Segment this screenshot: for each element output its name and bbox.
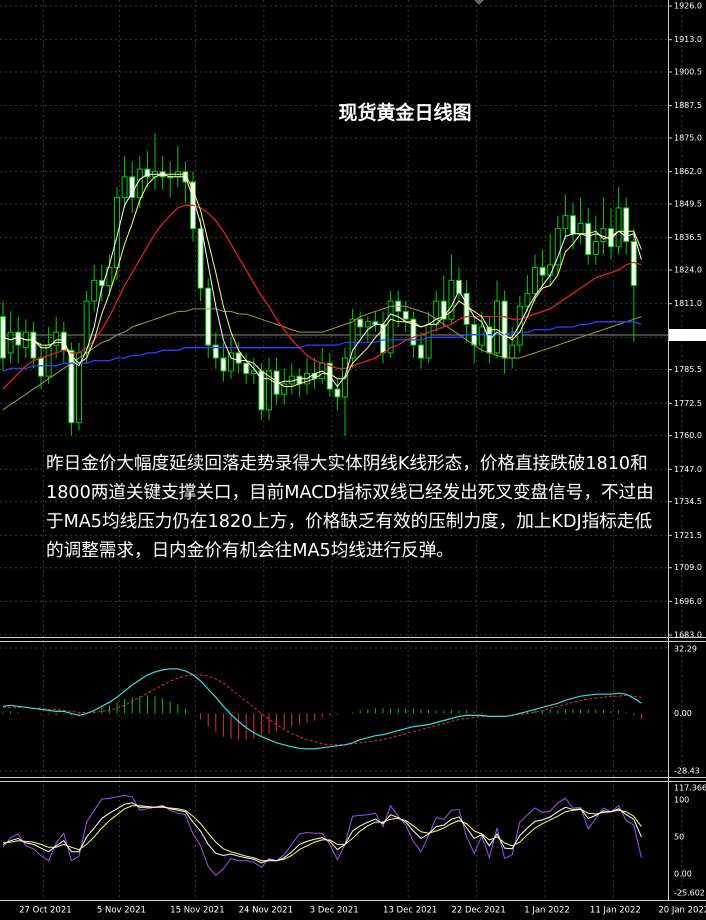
price-tick-label: 1709.0	[674, 563, 702, 572]
candle-bull	[387, 300, 394, 354]
candle-bear	[197, 228, 204, 289]
candle-bear	[334, 388, 341, 398]
candle-bear	[15, 331, 22, 346]
candle-bull	[524, 292, 531, 307]
candle-bull	[478, 326, 485, 346]
kdj-tick-label: 100	[674, 795, 689, 804]
macd-tick-label: -28.43	[674, 767, 700, 776]
candle-bull	[349, 318, 356, 359]
candle-bull	[554, 228, 561, 266]
price-tick-label: 1785.5	[674, 365, 702, 374]
candle-bear	[296, 375, 303, 385]
time-tick-label: 15 Nov 2021	[170, 906, 224, 916]
time-tick-label: 1 Jan 2022	[524, 906, 570, 916]
candle-bear	[539, 266, 546, 276]
candle-bull	[509, 344, 516, 359]
candle-bear	[418, 344, 424, 359]
candle-bear	[38, 357, 44, 377]
candle-bull	[121, 176, 128, 199]
candle-bull	[600, 228, 607, 243]
shift-marker-icon	[474, 0, 484, 5]
time-tick-label: 20 Jan 2022	[658, 906, 706, 916]
time-tick-label: 13 Dec 2021	[383, 906, 437, 916]
candle-bear	[463, 292, 470, 325]
time-tick-label: 22 Dec 2021	[451, 906, 505, 916]
candle-bull	[364, 321, 371, 328]
candle-bull	[592, 241, 599, 255]
price-tick-label: 1875.0	[674, 134, 702, 143]
candle-bear	[243, 362, 250, 375]
kdj-tick-label: -25.602	[674, 889, 705, 898]
price-tick-label: 1836.5	[674, 233, 702, 242]
macd-tick-label: 0.00	[674, 709, 692, 718]
price-tick-label: 1926.0	[674, 2, 702, 11]
kdj-tick-label: 50	[674, 832, 684, 841]
candle-bear	[585, 222, 592, 255]
candle-bear	[220, 357, 227, 372]
candle-bull	[45, 344, 52, 377]
chart-title: 现货黄金日线图	[338, 102, 472, 124]
candle-bull	[425, 323, 432, 359]
candle-bull	[448, 279, 455, 320]
candle-bear	[357, 318, 364, 328]
candle-bull	[615, 207, 622, 248]
price-tick-label: 1824.0	[674, 266, 702, 275]
macd-signal-line	[3, 674, 642, 746]
candle-bull	[7, 331, 14, 354]
price-tick-label: 1849.5	[674, 200, 702, 209]
candle-bear	[402, 310, 409, 320]
candle-bull	[114, 197, 120, 268]
candle-bull	[516, 305, 523, 346]
candle-bull	[288, 375, 295, 385]
candle-bull	[494, 300, 500, 354]
price-tick-label: 1900.5	[674, 68, 702, 77]
candle-bear	[205, 287, 212, 346]
price-tick-label: 1913.0	[674, 35, 702, 44]
macd-panel	[2, 668, 642, 750]
time-tick-label: 3 Dec 2021	[310, 906, 359, 916]
price-tick-label: 1811.0	[674, 299, 702, 308]
kdj-tick-label: 117.366	[674, 784, 706, 793]
price-tick-label: 1760.0	[674, 431, 702, 440]
time-tick-label: 11 Jan 2022	[590, 906, 641, 916]
price-tick-label: 1747.0	[674, 465, 702, 474]
price-tick-label: 1721.5	[674, 531, 702, 540]
market-commentary: 昨日金价大幅度延续回落走势录得大实体阴线K线形态，价格直接跌破1810和1800…	[46, 454, 654, 561]
time-tick-label: 5 Nov 2021	[97, 906, 146, 916]
candle-bear	[235, 352, 242, 364]
price-tick-label: 1696.0	[674, 597, 702, 606]
candle-bull	[577, 222, 584, 235]
candle-bull	[342, 357, 348, 398]
candle-bear	[570, 215, 576, 235]
price-tick-label: 1683.0	[674, 631, 702, 640]
current-price-label: 1798.9	[672, 330, 700, 339]
candle-bull	[562, 215, 569, 230]
macd-main-line	[2, 668, 642, 750]
candle-bear	[501, 300, 508, 359]
time-tick-label: 24 Nov 2021	[239, 906, 293, 916]
price-tick-label: 1862.0	[674, 167, 702, 176]
candle-bull	[228, 352, 234, 372]
price-tick-label: 1772.5	[674, 399, 702, 408]
time-tick-label: 27 Oct 2021	[19, 906, 72, 916]
candle-bear	[380, 323, 386, 354]
macd-tick-label: 32.29	[674, 645, 697, 654]
candle-bear	[30, 331, 37, 359]
kdj-tick-label: 0.00	[674, 870, 692, 879]
candle-bear	[212, 344, 219, 359]
candle-bull	[532, 266, 538, 294]
price-panel	[0, 132, 668, 436]
candle-bull	[91, 279, 98, 302]
kdj-panel	[2, 794, 642, 877]
kdj-j-line	[2, 794, 642, 877]
price-tick-label: 1734.5	[674, 497, 702, 506]
